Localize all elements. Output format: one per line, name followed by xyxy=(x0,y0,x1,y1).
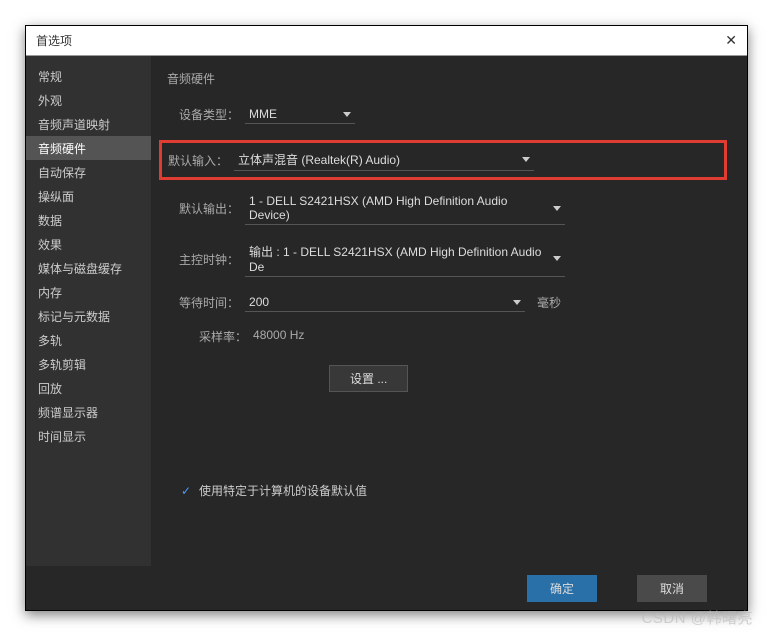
sidebar-item-audio-channel-mapping[interactable]: 音频声道映射 xyxy=(26,112,151,136)
master-clock-row: 主控时钟： 输出 : 1 - DELL S2421HSX (AMD High D… xyxy=(179,241,727,277)
default-input-value: 立体声混音 (Realtek(R) Audio) xyxy=(238,151,400,168)
default-input-dropdown[interactable]: 立体声混音 (Realtek(R) Audio) xyxy=(234,149,534,171)
device-type-value: MME xyxy=(249,107,277,121)
settings-button[interactable]: 设置 ... xyxy=(329,365,408,392)
chevron-down-icon xyxy=(343,112,351,117)
use-default-checkbox-row[interactable]: ✓ 使用特定于计算机的设备默认值 xyxy=(179,482,727,499)
sidebar-item-multitrack-clips[interactable]: 多轨剪辑 xyxy=(26,352,151,376)
master-clock-value: 输出 : 1 - DELL S2421HSX (AMD High Definit… xyxy=(249,243,545,274)
device-type-dropdown[interactable]: MME xyxy=(245,105,355,124)
latency-dropdown[interactable]: 200 xyxy=(245,293,525,312)
chevron-down-icon xyxy=(513,300,521,305)
dialog-body: 常规 外观 音频声道映射 音频硬件 自动保存 操纵面 数据 效果 媒体与磁盘缓存… xyxy=(26,56,747,566)
device-type-row: 设备类型： MME xyxy=(179,105,727,124)
chevron-down-icon xyxy=(553,256,561,261)
sidebar-item-control-surface[interactable]: 操纵面 xyxy=(26,184,151,208)
sidebar-item-audio-hardware[interactable]: 音频硬件 xyxy=(26,136,151,160)
default-input-highlight: 默认输入： 立体声混音 (Realtek(R) Audio) xyxy=(159,140,727,180)
sidebar-item-auto-save[interactable]: 自动保存 xyxy=(26,160,151,184)
close-icon[interactable]: ✕ xyxy=(725,32,737,49)
latency-value: 200 xyxy=(249,295,269,309)
chevron-down-icon xyxy=(522,157,530,162)
master-clock-label: 主控时钟： xyxy=(179,251,239,268)
sidebar: 常规 外观 音频声道映射 音频硬件 自动保存 操纵面 数据 效果 媒体与磁盘缓存… xyxy=(26,56,151,566)
dialog-title: 首选项 xyxy=(36,32,72,49)
latency-label: 等待时间： xyxy=(179,294,239,311)
sidebar-item-media-disk-cache[interactable]: 媒体与磁盘缓存 xyxy=(26,256,151,280)
sidebar-item-playback[interactable]: 回放 xyxy=(26,376,151,400)
sidebar-item-time-display[interactable]: 时间显示 xyxy=(26,424,151,448)
default-output-label: 默认输出： xyxy=(179,200,239,217)
device-type-label: 设备类型： xyxy=(179,106,239,123)
sidebar-item-general[interactable]: 常规 xyxy=(26,64,151,88)
sidebar-item-memory[interactable]: 内存 xyxy=(26,280,151,304)
sidebar-item-data[interactable]: 数据 xyxy=(26,208,151,232)
section-title: 音频硬件 xyxy=(167,70,727,87)
sample-rate-value: 48000 Hz xyxy=(253,328,304,345)
cancel-button[interactable]: 取消 xyxy=(637,575,707,602)
default-input-row: 默认输入： 立体声混音 (Realtek(R) Audio) xyxy=(168,149,718,171)
default-output-value: 1 - DELL S2421HSX (AMD High Definition A… xyxy=(249,194,545,222)
watermark: CSDN @韩曙亮 xyxy=(642,607,753,628)
default-output-dropdown[interactable]: 1 - DELL S2421HSX (AMD High Definition A… xyxy=(245,192,565,225)
sidebar-item-spectral-display[interactable]: 频谱显示器 xyxy=(26,400,151,424)
sidebar-item-appearance[interactable]: 外观 xyxy=(26,88,151,112)
latency-row: 等待时间： 200 毫秒 xyxy=(179,293,727,312)
checkmark-icon: ✓ xyxy=(179,484,193,498)
use-default-checkbox-label: 使用特定于计算机的设备默认值 xyxy=(199,482,367,499)
chevron-down-icon xyxy=(553,206,561,211)
preferences-dialog: 首选项 ✕ 常规 外观 音频声道映射 音频硬件 自动保存 操纵面 数据 效果 媒… xyxy=(25,25,748,611)
latency-unit: 毫秒 xyxy=(537,294,561,311)
default-input-label: 默认输入： xyxy=(168,152,228,169)
sidebar-item-effects[interactable]: 效果 xyxy=(26,232,151,256)
content-panel: 音频硬件 设备类型： MME 默认输入： 立体声混音 (Realtek(R) A… xyxy=(151,56,747,566)
ok-button[interactable]: 确定 xyxy=(527,575,597,602)
sample-rate-row: 采样率： 48000 Hz xyxy=(199,328,727,345)
titlebar: 首选项 ✕ xyxy=(26,26,747,56)
sidebar-item-markers-metadata[interactable]: 标记与元数据 xyxy=(26,304,151,328)
master-clock-dropdown[interactable]: 输出 : 1 - DELL S2421HSX (AMD High Definit… xyxy=(245,241,565,277)
dialog-footer: 确定 取消 xyxy=(26,566,747,610)
sample-rate-label: 采样率： xyxy=(199,328,247,345)
sidebar-item-multitrack[interactable]: 多轨 xyxy=(26,328,151,352)
default-output-row: 默认输出： 1 - DELL S2421HSX (AMD High Defini… xyxy=(179,192,727,225)
